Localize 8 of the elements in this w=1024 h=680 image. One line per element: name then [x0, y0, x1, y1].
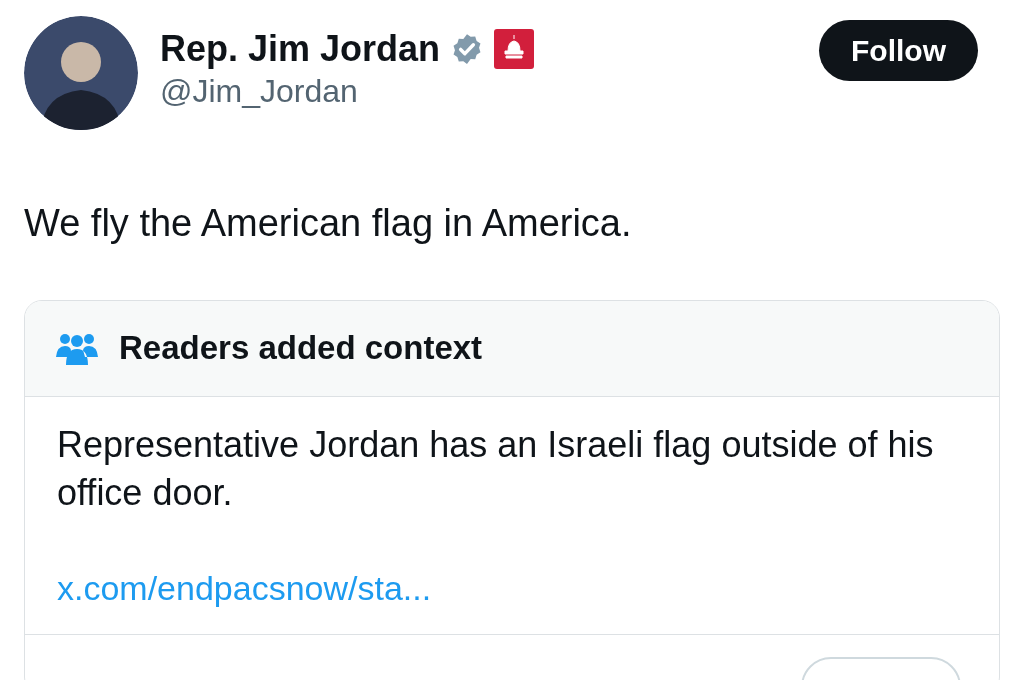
- avatar[interactable]: [24, 16, 138, 130]
- author-handle[interactable]: @Jim_Jordan: [160, 71, 819, 111]
- people-icon: [55, 331, 99, 365]
- author-name[interactable]: Rep. Jim Jordan: [160, 26, 441, 71]
- context-title: Readers added context: [119, 328, 483, 369]
- tweet-text: We fly the American flag in America.: [23, 201, 633, 246]
- context-body: Representative Jordan has an Israeli flag outside of his office door.: [57, 422, 935, 515]
- follow-button[interactable]: Follow: [819, 20, 978, 81]
